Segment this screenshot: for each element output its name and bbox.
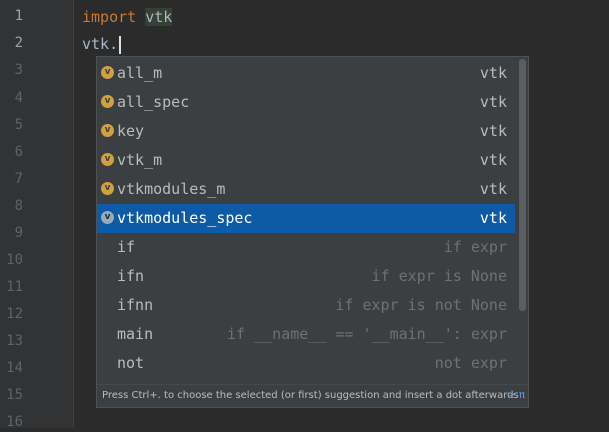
completion-label: vtkmodules_spec xyxy=(117,209,253,227)
template-hint: if expr xyxy=(443,238,507,256)
completion-type: vtk xyxy=(479,180,507,198)
completion-item-if[interactable]: if if expr xyxy=(97,233,515,262)
line-number: 4 xyxy=(14,90,23,106)
completion-label: vtk_m xyxy=(117,151,163,169)
completion-label: ifnn xyxy=(117,296,154,314)
completion-item-key[interactable]: v key vtk xyxy=(97,117,515,146)
line-number: 1 xyxy=(14,8,23,24)
completion-type: vtk xyxy=(479,151,507,169)
completion-type: vtk xyxy=(479,64,507,82)
variable-icon: v xyxy=(101,95,114,108)
line-number: 6 xyxy=(14,144,23,160)
line-number: 14 xyxy=(6,360,23,376)
variable-icon: v xyxy=(101,66,114,79)
completion-label: all_m xyxy=(117,64,163,82)
completion-item-vtkmodules-m[interactable]: v vtkmodules_m vtk xyxy=(97,175,515,204)
template-hint: if expr is None xyxy=(371,267,507,285)
completion-footer: Press Ctrl+. to choose the selected (or … xyxy=(97,384,528,407)
text-caret xyxy=(119,35,122,54)
template-hint: if __name__ == '__main__': expr xyxy=(227,325,507,343)
completion-item-ifn[interactable]: ifn if expr is None xyxy=(97,262,515,291)
template-hint: not expr xyxy=(434,354,507,372)
variable-icon: v xyxy=(101,124,114,137)
line-number: 12 xyxy=(6,306,23,322)
completion-type: vtk xyxy=(479,93,507,111)
line-number: 16 xyxy=(6,414,23,430)
line-number: 13 xyxy=(6,333,23,349)
line-number: 3 xyxy=(14,62,23,78)
line-number: 10 xyxy=(6,252,23,268)
completion-item-all-spec[interactable]: v all_spec vtk xyxy=(97,88,515,117)
line-number: 2 xyxy=(14,35,23,51)
line-number: 7 xyxy=(14,171,23,187)
completion-label: ifn xyxy=(117,267,145,285)
line-number: 11 xyxy=(6,279,23,295)
variable-icon: v xyxy=(101,182,114,195)
template-hint: if expr is not None xyxy=(335,296,507,314)
completion-label: vtkmodules_m xyxy=(117,180,226,198)
completion-type: vtk xyxy=(479,122,507,140)
completion-item-vtkmodules-spec[interactable]: v vtkmodules_spec vtk xyxy=(97,204,515,233)
module-name: vtk xyxy=(145,8,173,26)
completion-item-ifnn[interactable]: ifnn if expr is not None xyxy=(97,291,515,320)
completion-label: if xyxy=(117,238,136,256)
completion-label: not xyxy=(117,354,145,372)
completion-scrollbar[interactable] xyxy=(519,59,526,311)
line-number: 9 xyxy=(14,225,23,241)
footer-hint: Press Ctrl+. to choose the selected (or … xyxy=(102,390,519,401)
completion-item-all-m[interactable]: v all_m vtk xyxy=(97,59,515,88)
completion-label: key xyxy=(117,122,145,140)
completion-type: vtk xyxy=(479,209,507,227)
variable-icon: v xyxy=(101,211,114,224)
variable-icon: v xyxy=(101,153,114,166)
line-number: 5 xyxy=(14,117,23,133)
completion-item-not[interactable]: not not expr xyxy=(97,349,515,378)
completion-label: main xyxy=(117,325,154,343)
line-number-gutter: 1 2 3 4 5 6 7 8 9 10 11 12 13 14 15 16 xyxy=(0,0,74,430)
import-keyword: import xyxy=(82,8,137,26)
code-line-current[interactable]: vtk. xyxy=(82,34,122,54)
completion-label: all_spec xyxy=(117,93,190,111)
completion-item-main[interactable]: main if __name__ == '__main__': expr xyxy=(97,320,515,349)
line-number: 8 xyxy=(14,198,23,214)
completion-item-vtk-m[interactable]: v vtk_m vtk xyxy=(97,146,515,175)
current-line-text: vtk. xyxy=(82,35,119,53)
completion-popup: v all_m vtk v all_spec vtk v key vtk v v… xyxy=(96,56,529,408)
footer-link[interactable]: ≥ π xyxy=(507,385,525,407)
code-line-import[interactable]: import vtk xyxy=(82,7,173,27)
line-number: 15 xyxy=(6,387,23,403)
